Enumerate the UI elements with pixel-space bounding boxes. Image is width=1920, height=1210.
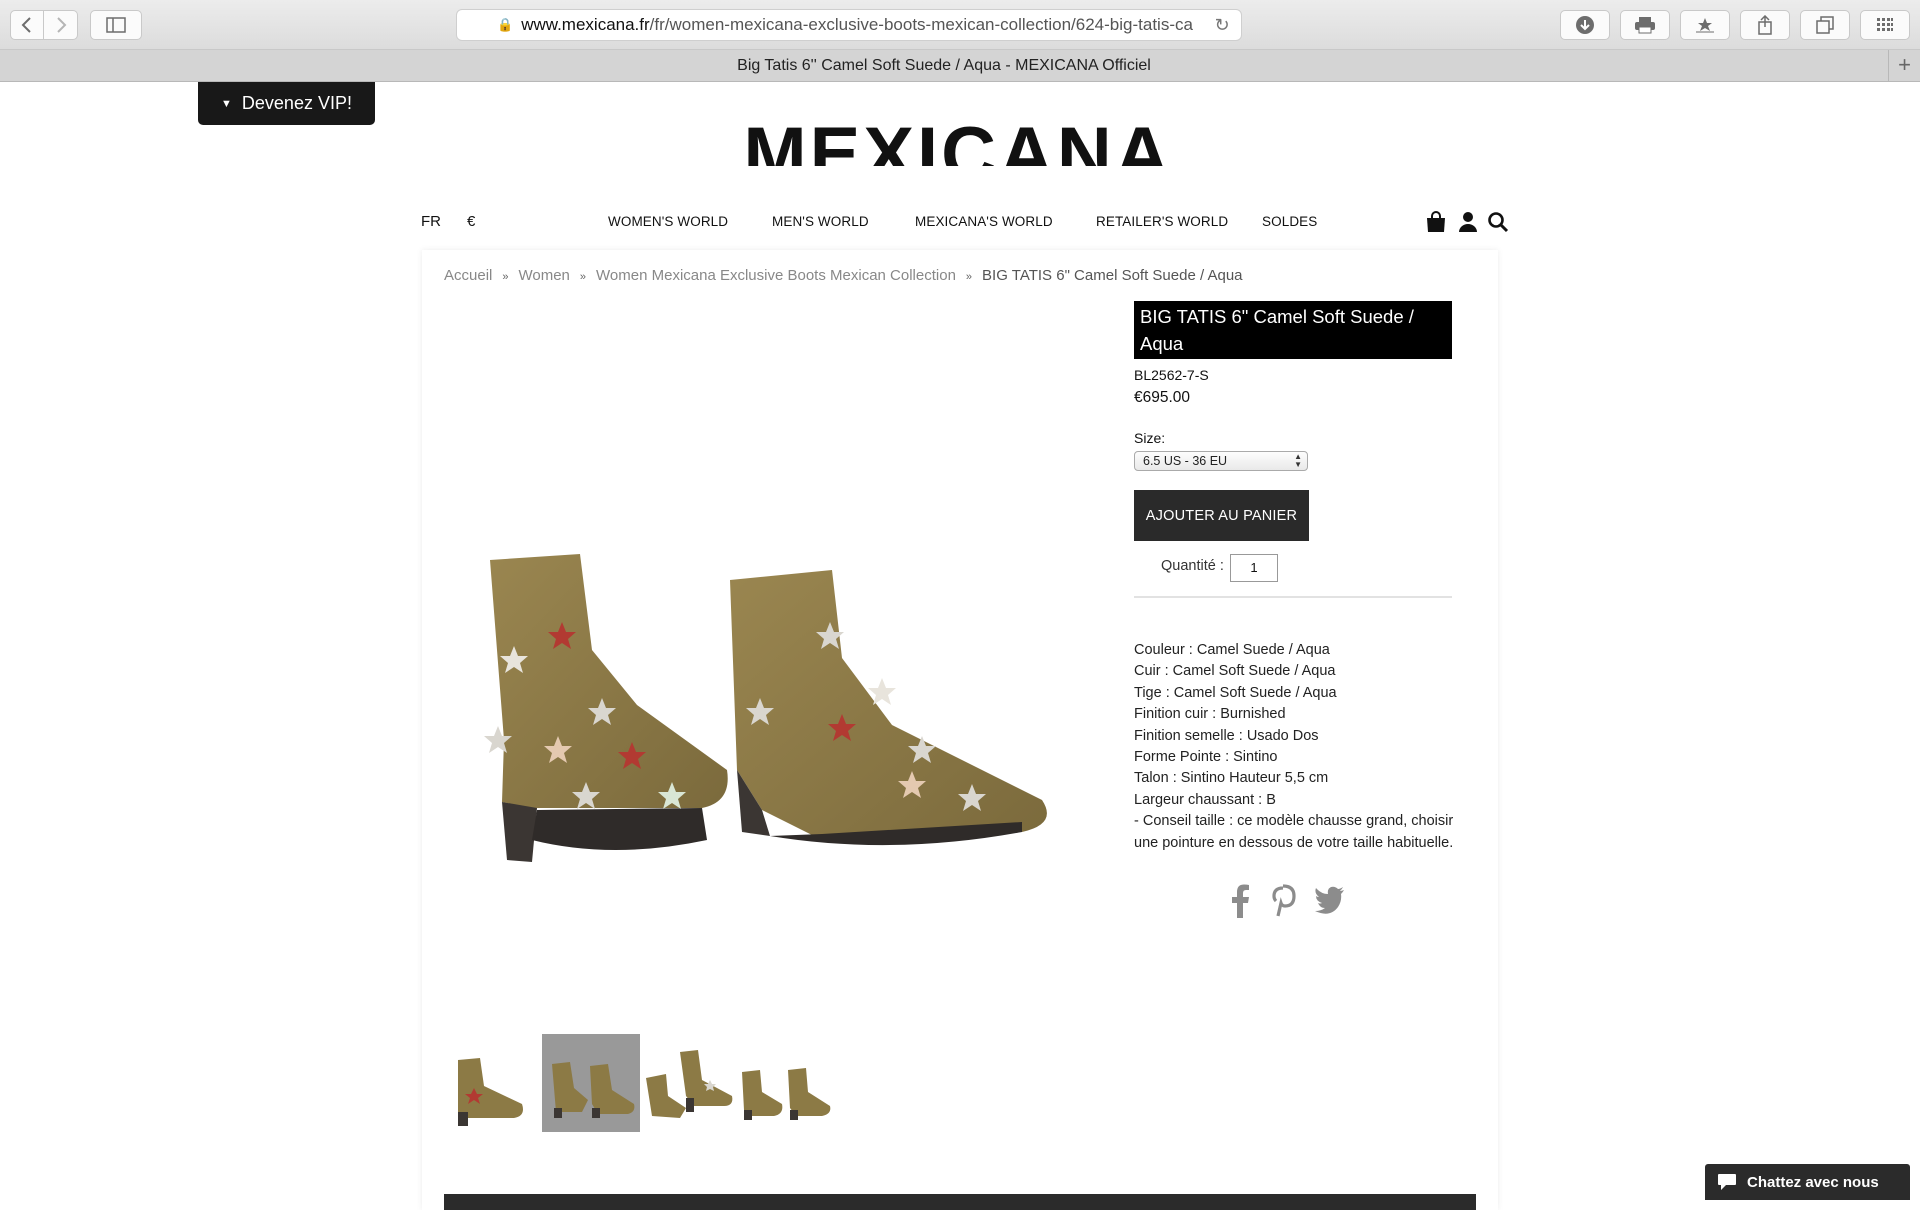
tabs-icon (1816, 16, 1834, 34)
share-button[interactable] (1740, 10, 1790, 40)
thumbnail-1[interactable] (444, 1034, 542, 1132)
forward-button[interactable] (44, 10, 78, 40)
account-icon[interactable] (1456, 210, 1480, 234)
share-icon (1758, 15, 1772, 35)
site-logo[interactable]: MEXICANA (728, 118, 1188, 166)
thumbnail-3[interactable] (640, 1034, 738, 1132)
product-attributes: Couleur : Camel Suede / Aqua Cuir : Came… (1134, 640, 1464, 854)
language-selector[interactable]: FR (421, 213, 441, 230)
nav-mens-world[interactable]: MEN'S WORLD (772, 214, 869, 229)
attribute-line: Largeur chaussant : B (1134, 791, 1276, 808)
currency-selector[interactable]: € (467, 213, 475, 230)
facebook-icon[interactable] (1228, 884, 1260, 918)
chevron-right-icon (56, 17, 66, 33)
tab-bar: Big Tatis 6'' Camel Soft Suede / Aqua - … (0, 50, 1920, 82)
breadcrumb-current: BIG TATIS 6" Camel Soft Suede / Aqua (982, 267, 1243, 284)
attribute-line: - Conseil taille : ce modèle chausse gra… (1134, 813, 1454, 851)
pinterest-icon[interactable] (1270, 884, 1302, 918)
thumbnail-2[interactable] (542, 1034, 640, 1132)
attribute-line: Finition cuir : Burnished (1134, 706, 1286, 723)
attribute-line: Tige : Camel Soft Suede / Aqua (1134, 684, 1337, 701)
social-share (1228, 884, 1358, 924)
chevron-left-icon (21, 17, 31, 33)
tab-active[interactable]: Big Tatis 6'' Camel Soft Suede / Aqua - … (0, 50, 1888, 81)
history-buttons (10, 10, 78, 40)
url-host: www.mexicana.fr (521, 15, 650, 34)
product-price: €695.00 (1134, 389, 1191, 406)
breadcrumb-separator: » (965, 271, 973, 283)
divider (1134, 596, 1452, 598)
chat-button[interactable]: Chattez avec nous (1705, 1164, 1910, 1200)
sidebar-toggle-button[interactable] (90, 10, 142, 40)
nav-soldes[interactable]: SOLDES (1262, 214, 1317, 229)
attribute-line: Cuir : Camel Soft Suede / Aqua (1134, 663, 1336, 680)
nav-womens-world[interactable]: WOMEN'S WORLD (608, 214, 728, 229)
print-button[interactable] (1620, 10, 1670, 40)
product-title: BIG TATIS 6" Camel Soft Suede / Aqua (1134, 301, 1452, 359)
tabs-overview-button[interactable] (1800, 10, 1850, 40)
breadcrumb-women[interactable]: Women (518, 267, 569, 284)
quantity-label: Quantité : (1161, 558, 1224, 574)
sidebar-icon (106, 17, 126, 33)
caret-down-icon: ▼ (221, 97, 232, 110)
footer-bar (444, 1194, 1476, 1210)
nav-mexicanas-world[interactable]: MEXICANA'S WORLD (915, 214, 1053, 229)
select-arrows-icon: ▲ ▼ (1294, 452, 1302, 469)
printer-icon (1635, 17, 1655, 34)
size-select-value: 6.5 US - 36 EU (1143, 454, 1228, 468)
chat-label: Chattez avec nous (1747, 1173, 1879, 1191)
attribute-line: Forme Pointe : Sintino (1134, 749, 1278, 766)
add-to-cart-button[interactable]: AJOUTER AU PANIER (1134, 490, 1309, 541)
twitter-icon[interactable] (1314, 884, 1346, 918)
new-tab-button[interactable]: + (1888, 50, 1920, 81)
breadcrumb-separator: » (579, 271, 587, 283)
browser-toolbar: 🔒 www.mexicana.fr/fr/women-mexicana-excl… (0, 0, 1920, 50)
product-page: Accueil » Women » Women Mexicana Exclusive B… (422, 250, 1498, 1210)
breadcrumb-separator: » (502, 271, 509, 283)
logo-text: MEXICANA (743, 118, 1172, 166)
url-path: /fr/women-mexicana-exclusive-boots-mexic… (649, 15, 1193, 34)
address-bar[interactable]: 🔒 www.mexicana.fr/fr/women-mexicana-excl… (456, 9, 1242, 41)
quantity-input[interactable]: 1 (1230, 554, 1278, 582)
chat-bubble-icon (1718, 1174, 1736, 1190)
size-label: Size: (1134, 430, 1166, 446)
nav-retailers-world[interactable]: RETAILER'S WORLD (1096, 214, 1228, 229)
vip-label: Devenez VIP! (241, 93, 352, 113)
breadcrumb-collection[interactable]: Women Mexicana Exclusive Boots Mexican C… (596, 267, 956, 284)
attribute-line: Finition semelle : Usado Dos (1134, 727, 1319, 744)
apps-button[interactable] (1860, 10, 1910, 40)
cart-icon[interactable] (1424, 210, 1448, 234)
search-icon[interactable] (1486, 210, 1510, 234)
bookmark-button[interactable] (1680, 10, 1730, 40)
product-sku: BL2562-7-S (1134, 367, 1209, 383)
product-main-image[interactable] (462, 540, 1062, 870)
downloads-button[interactable] (1560, 10, 1610, 40)
attribute-line: Talon : Sintino Hauteur 5,5 cm (1134, 770, 1329, 787)
attribute-line: Couleur : Camel Suede / Aqua (1134, 642, 1330, 658)
size-select[interactable]: 6.5 US - 36 EU ▲ ▼ (1134, 451, 1308, 471)
grid-icon (1877, 18, 1893, 31)
main-navigation: FR € WOMEN'S WORLD MEN'S WORLD MEXICANA'… (421, 210, 1509, 234)
star-bookmark-icon (1696, 18, 1714, 33)
thumbnail-4[interactable] (738, 1034, 836, 1132)
breadcrumb: Accueil » Women » Women Mexicana Exclusive B… (444, 267, 1243, 284)
lock-icon: 🔒 (497, 17, 514, 32)
reload-icon[interactable]: ↻ (1211, 14, 1233, 36)
download-icon (1576, 16, 1594, 34)
back-button[interactable] (10, 10, 44, 40)
vip-button[interactable]: ▼ Devenez VIP! (198, 82, 375, 125)
breadcrumb-home[interactable]: Accueil (444, 267, 492, 284)
